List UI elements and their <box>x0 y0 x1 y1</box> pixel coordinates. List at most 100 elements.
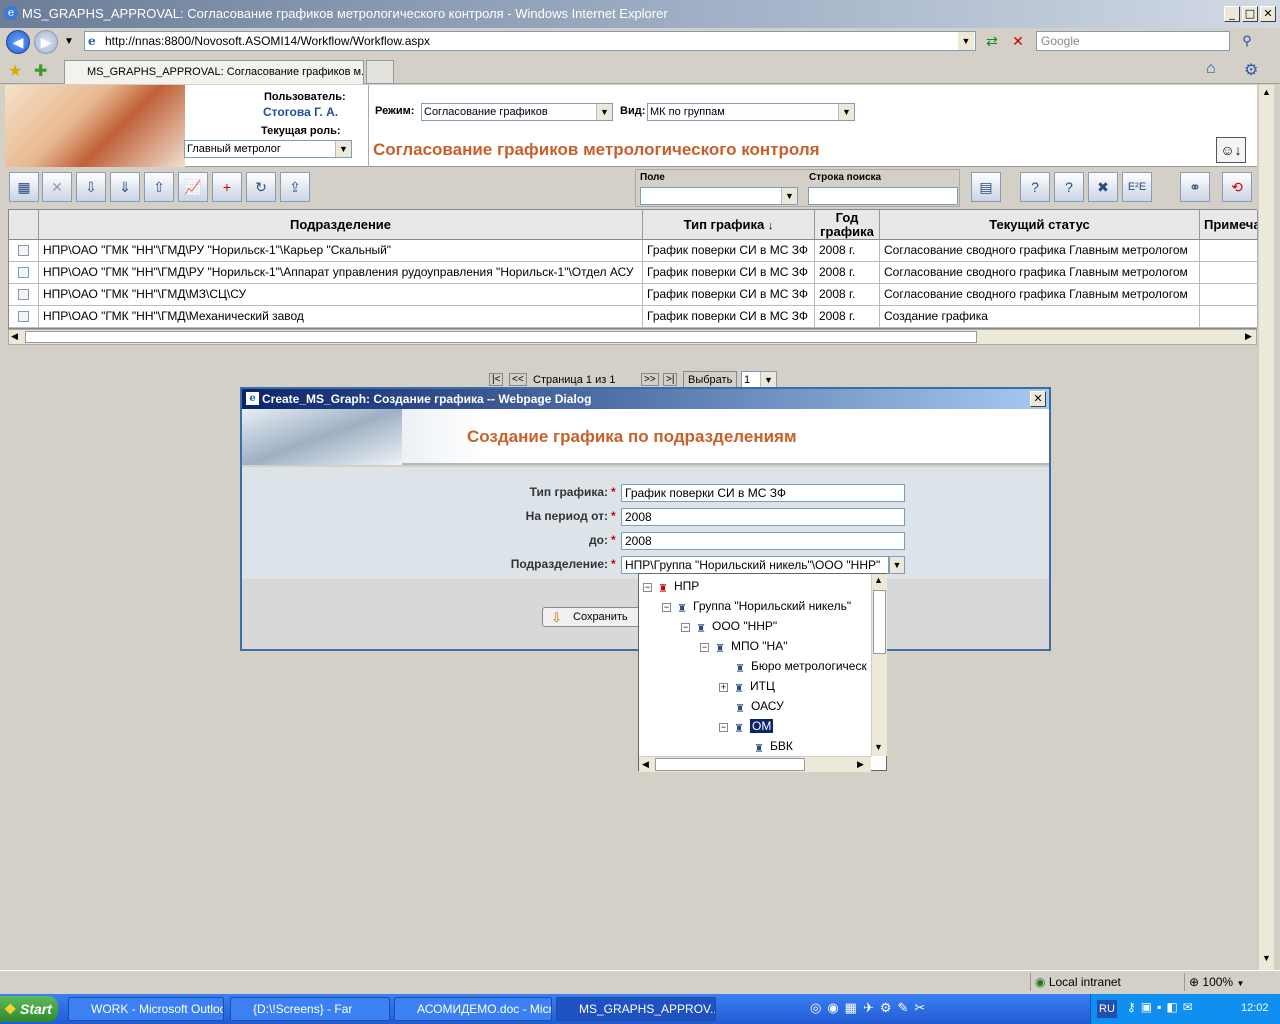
tray-icons[interactable]: ⚷▣▪◧✉ <box>1127 1000 1198 1014</box>
dialog-close-button[interactable]: ✕ <box>1030 391 1046 407</box>
task-ie[interactable]: MS_GRAPHS_APPROV... <box>556 997 716 1021</box>
table-row[interactable]: НПР\ОАО "ГМК "НН"\ГМД\Механический завод… <box>9 306 1258 328</box>
role-select[interactable]: Главный метролог ▼ <box>184 140 352 158</box>
history-dropdown-icon[interactable]: ▼ <box>64 36 74 47</box>
minimize-button[interactable]: _ <box>1224 6 1240 22</box>
scroll-down-icon[interactable]: ▼ <box>1262 953 1271 963</box>
expand-icon[interactable]: + <box>719 683 728 692</box>
stop-icon[interactable]: ✕ <box>1008 31 1028 51</box>
department-field[interactable]: НПР\Группа "Норильский никель"\ООО "ННР" <box>621 556 889 574</box>
settings-tools-button[interactable]: ✖ <box>1088 172 1118 202</box>
tree-vertical-scrollbar[interactable]: ▲ ▼ <box>871 574 887 756</box>
delete-doc-button[interactable]: ✕ <box>42 172 72 202</box>
favorites-star-icon[interactable]: ★ <box>8 61 22 81</box>
department-dropdown-icon[interactable]: ▼ <box>889 556 905 574</box>
prev-page-icon[interactable]: << <box>509 373 527 386</box>
scroll-thumb[interactable] <box>25 331 977 343</box>
period-from-field[interactable]: 2008 <box>621 508 905 526</box>
formula-button[interactable]: E²E <box>1122 172 1152 202</box>
column-header-type[interactable]: Тип графика ↓ <box>643 210 815 240</box>
graph-type-field[interactable]: График поверки СИ в МС ЗФ <box>621 484 905 502</box>
tools-icon[interactable]: ⚙ <box>1244 60 1258 80</box>
tree-node-selected[interactable]: − ♜ ОМ <box>719 717 774 735</box>
scroll-left-icon[interactable]: ◀ <box>642 759 649 770</box>
download-doc-button[interactable]: ⇓ <box>110 172 140 202</box>
task-outlook[interactable]: WORK - Microsoft Outlook <box>68 997 224 1021</box>
tree-node[interactable]: + ♜ ИТЦ <box>719 677 775 695</box>
column-header-status[interactable]: Текущий статус <box>880 210 1200 240</box>
grid-horizontal-scrollbar[interactable]: ◀ ▶ <box>8 329 1257 345</box>
scroll-up-icon[interactable]: ▲ <box>1262 87 1271 97</box>
mode-select[interactable]: Согласование графиков ▼ <box>421 103 613 121</box>
task-word[interactable]: АСОМИДЕМО.doc - Micr... <box>394 997 552 1021</box>
search-icon[interactable]: ⚲ <box>1236 32 1258 50</box>
next-page-icon[interactable]: >> <box>641 373 659 386</box>
zoom-control[interactable]: ⊕ 100% ▼ <box>1184 973 1264 991</box>
help-arrow-button[interactable]: ? <box>1054 172 1084 202</box>
scroll-thumb[interactable] <box>873 590 886 654</box>
grid-view-button[interactable]: ▦ <box>9 172 39 202</box>
close-window-button[interactable]: ✕ <box>1260 6 1276 22</box>
forward-button[interactable]: ▶ <box>34 30 58 54</box>
tree-node[interactable]: ♜ Бюро метрологическ <box>733 657 867 675</box>
first-page-icon[interactable]: |< <box>489 373 504 386</box>
last-page-icon[interactable]: >| <box>663 373 678 386</box>
scroll-right-icon[interactable]: ▶ <box>1245 331 1252 342</box>
tree-node[interactable]: ♜ БВК <box>752 737 793 755</box>
collapse-icon[interactable]: − <box>681 623 690 632</box>
column-header-year[interactable]: Год графика <box>815 210 880 240</box>
task-far[interactable]: {D:\!Screens} - Far <box>230 997 390 1021</box>
save-button[interactable]: ⇩ Сохранить <box>542 607 642 627</box>
tree-node[interactable]: − ♜ НПР <box>643 577 699 595</box>
row-checkbox[interactable] <box>18 289 29 300</box>
tree-node[interactable]: − ♜ ООО "ННР" <box>681 617 777 635</box>
period-to-field[interactable]: 2008 <box>621 532 905 550</box>
address-dropdown-icon[interactable]: ▼ <box>958 32 974 50</box>
collapse-icon[interactable]: − <box>643 583 652 592</box>
table-row[interactable]: НПР\ОАО "ГМК "НН"\ГМД\МЗ\СЦ\СУ График по… <box>9 284 1258 306</box>
view-select[interactable]: МК по группам ▼ <box>647 103 855 121</box>
column-header-department[interactable]: Подразделение <box>39 210 643 240</box>
tab-active[interactable]: MS_GRAPHS_APPROVAL: Согласование графико… <box>64 60 364 84</box>
scroll-right-icon[interactable]: ▶ <box>857 759 864 770</box>
add-favorite-icon[interactable]: ✚ <box>34 61 47 81</box>
column-header-notes[interactable]: Примеча <box>1200 210 1258 240</box>
language-indicator[interactable]: RU <box>1097 1000 1117 1018</box>
address-input[interactable]: e http://nnas:8800/Novosoft.ASOMI14/Work… <box>84 31 976 51</box>
row-checkbox[interactable] <box>18 267 29 278</box>
home-icon[interactable]: ⌂ <box>1206 60 1216 78</box>
user-export-button[interactable]: ☺↓ <box>1216 137 1246 163</box>
back-button[interactable]: ◀ <box>6 30 30 54</box>
collapse-icon[interactable]: − <box>719 723 728 732</box>
stack-docs-button[interactable]: ⇪ <box>280 172 310 202</box>
table-row[interactable]: НПР\ОАО "ГМК "НН"\ГМД\РУ "Норильск-1"\Ап… <box>9 262 1258 284</box>
import-doc-button[interactable]: ⇩ <box>76 172 106 202</box>
exit-button[interactable]: ⟲ <box>1222 172 1252 202</box>
refresh-doc-button[interactable]: ↻ <box>246 172 276 202</box>
tree-node[interactable]: − ♜ Группа "Норильский никель" <box>662 597 851 615</box>
page-vertical-scrollbar[interactable]: ▲ ▼ <box>1258 85 1274 970</box>
scroll-down-icon[interactable]: ▼ <box>874 742 883 752</box>
start-button[interactable]: ❖ Start <box>0 996 58 1022</box>
row-checkbox[interactable] <box>18 311 29 322</box>
quick-launch-icons[interactable]: ◎◉▦✈⚙✎✂ <box>810 1000 931 1016</box>
field-select[interactable]: ▼ <box>640 187 798 205</box>
search-input[interactable]: Google <box>1036 31 1230 51</box>
scroll-up-icon[interactable]: ▲ <box>874 575 883 585</box>
query-input[interactable] <box>808 187 958 205</box>
new-tab-button[interactable] <box>366 60 394 84</box>
collapse-icon[interactable]: − <box>662 603 671 612</box>
link-button[interactable]: ⚭ <box>1180 172 1210 202</box>
scroll-thumb[interactable] <box>655 758 805 771</box>
apply-filter-button[interactable]: ▤ <box>971 172 1001 202</box>
tree-horizontal-scrollbar[interactable]: ◀ ▶ <box>639 756 871 772</box>
tree-node[interactable]: ♜ ОАСУ <box>733 697 784 715</box>
chart-button[interactable]: 📈 <box>178 172 208 202</box>
help-button[interactable]: ? <box>1020 172 1050 202</box>
upload-doc-button[interactable]: ⇧ <box>144 172 174 202</box>
maximize-button[interactable]: □ <box>1242 6 1258 22</box>
row-checkbox[interactable] <box>18 245 29 256</box>
add-chart-button[interactable]: + <box>212 172 242 202</box>
tree-node[interactable]: − ♜ МПО "НА" <box>700 637 787 655</box>
collapse-icon[interactable]: − <box>700 643 709 652</box>
